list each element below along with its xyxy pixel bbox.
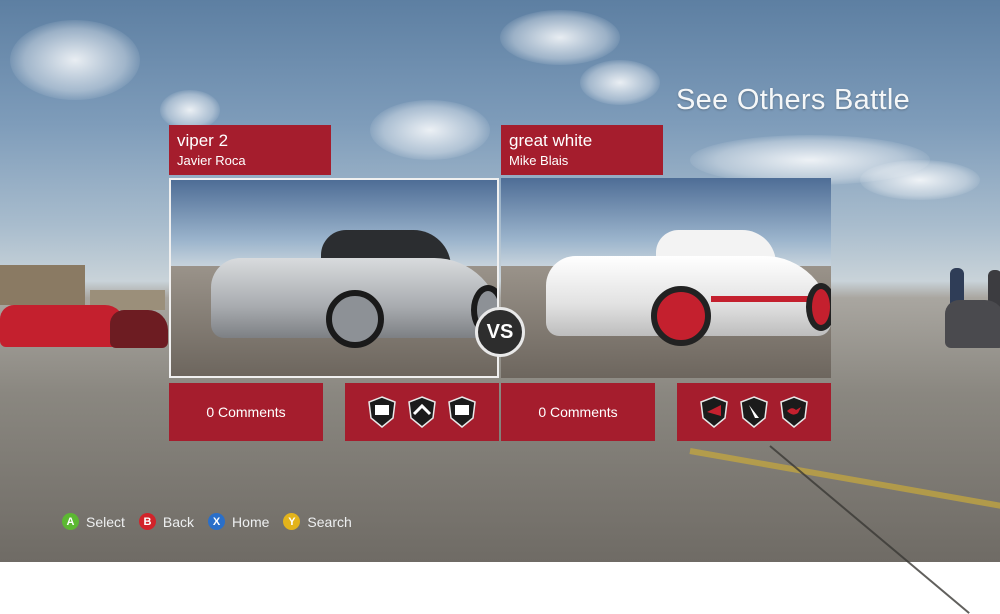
back-label: Back <box>162 513 195 530</box>
x-button-icon: X <box>208 513 226 530</box>
back-hint[interactable]: B Back <box>138 513 195 530</box>
left-comments-button[interactable]: 0 Comments <box>169 383 323 441</box>
badge-icon <box>740 396 768 428</box>
search-hint[interactable]: Y Search <box>283 513 352 530</box>
right-car-photo[interactable] <box>501 178 831 378</box>
search-label: Search <box>307 513 352 530</box>
badge-icon <box>368 396 396 428</box>
chevron-badge-icon <box>408 396 436 428</box>
right-badges-panel[interactable] <box>677 383 831 441</box>
badge-icon <box>448 396 476 428</box>
left-comments-label: 0 Comments <box>206 404 286 420</box>
controller-hints: A Select B Back X Home Y Search <box>62 513 366 530</box>
home-label: Home <box>232 513 270 530</box>
page-title: See Others Battle <box>676 84 910 116</box>
bird-badge-icon <box>780 396 808 428</box>
right-car-name: great white <box>509 131 593 150</box>
right-car-header[interactable]: great white Mike Blais <box>501 125 663 175</box>
b-button-icon: B <box>138 513 156 530</box>
left-car-photo[interactable] <box>169 178 499 378</box>
select-hint[interactable]: A Select <box>62 513 125 530</box>
home-hint[interactable]: X Home <box>208 513 269 530</box>
left-badges-panel[interactable] <box>345 383 499 441</box>
badge-icon <box>700 396 728 428</box>
left-car-name: viper 2 <box>177 131 229 150</box>
vs-emblem: VS <box>475 307 525 357</box>
right-comments-button[interactable]: 0 Comments <box>501 383 655 441</box>
select-label: Select <box>86 513 125 530</box>
right-comments-label: 0 Comments <box>538 404 618 420</box>
right-car-author: Mike Blais <box>509 153 569 168</box>
left-car-author: Javier Roca <box>177 153 246 168</box>
a-button-icon: A <box>62 513 79 530</box>
left-car-header[interactable]: viper 2 Javier Roca <box>169 125 331 175</box>
y-button-icon: Y <box>283 513 301 530</box>
